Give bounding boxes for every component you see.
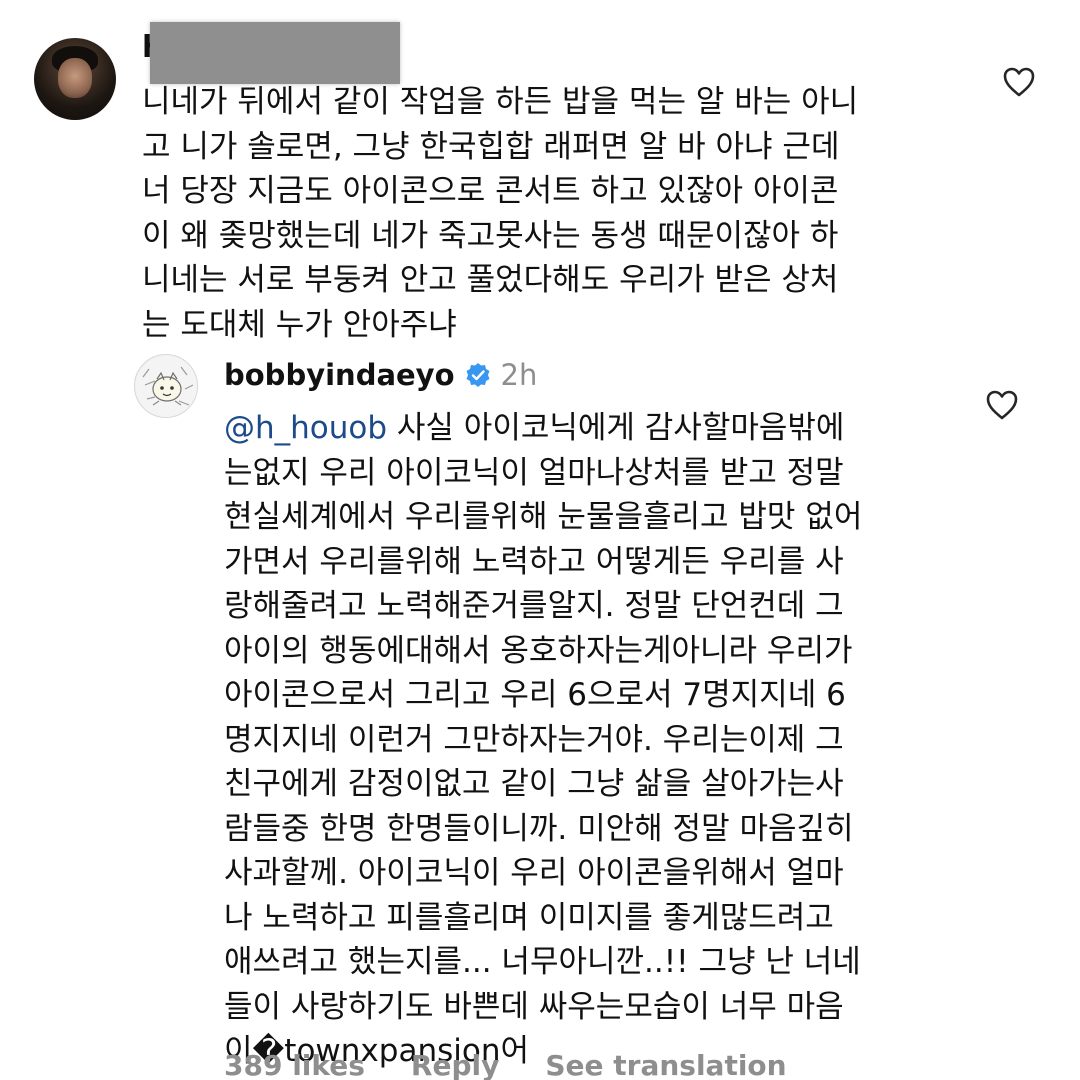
redaction-box: [150, 22, 400, 84]
reply-avatar[interactable]: [134, 354, 198, 418]
heart-outline-icon[interactable]: [986, 390, 1018, 420]
commenter-avatar[interactable]: [34, 38, 116, 120]
likes-count[interactable]: 389 likes: [224, 1046, 365, 1080]
verified-badge-icon: [466, 363, 490, 387]
reply-footer: 389 likes Reply See translation: [224, 1046, 787, 1080]
sketch-face-icon: [136, 356, 197, 417]
see-translation-button[interactable]: See translation: [545, 1046, 786, 1080]
avatar-face: [58, 58, 92, 98]
comment-text: 니네가 뒤에서 같이 작업을 하든 밥을 먹는 알 바는 아니 고 니가 솔로면…: [142, 84, 859, 343]
reply-body: 사실 아이코닉에게 감사할마음밖에 는없지 우리 아이코닉이 얼마나상처를 받고…: [224, 410, 863, 1069]
reply-header: bobbyindaeyo 2h: [224, 355, 537, 395]
reply-username[interactable]: bobbyindaeyo: [224, 355, 455, 395]
mention-link[interactable]: @h_houob: [224, 410, 387, 446]
reply-timestamp: 2h: [500, 358, 538, 392]
reply-button[interactable]: Reply: [411, 1046, 499, 1080]
heart-outline-icon[interactable]: [1003, 67, 1035, 97]
reply-text: @h_houob 사실 아이코닉에게 감사할마음밖에 는없지 우리 아이코닉이 …: [224, 406, 944, 1074]
